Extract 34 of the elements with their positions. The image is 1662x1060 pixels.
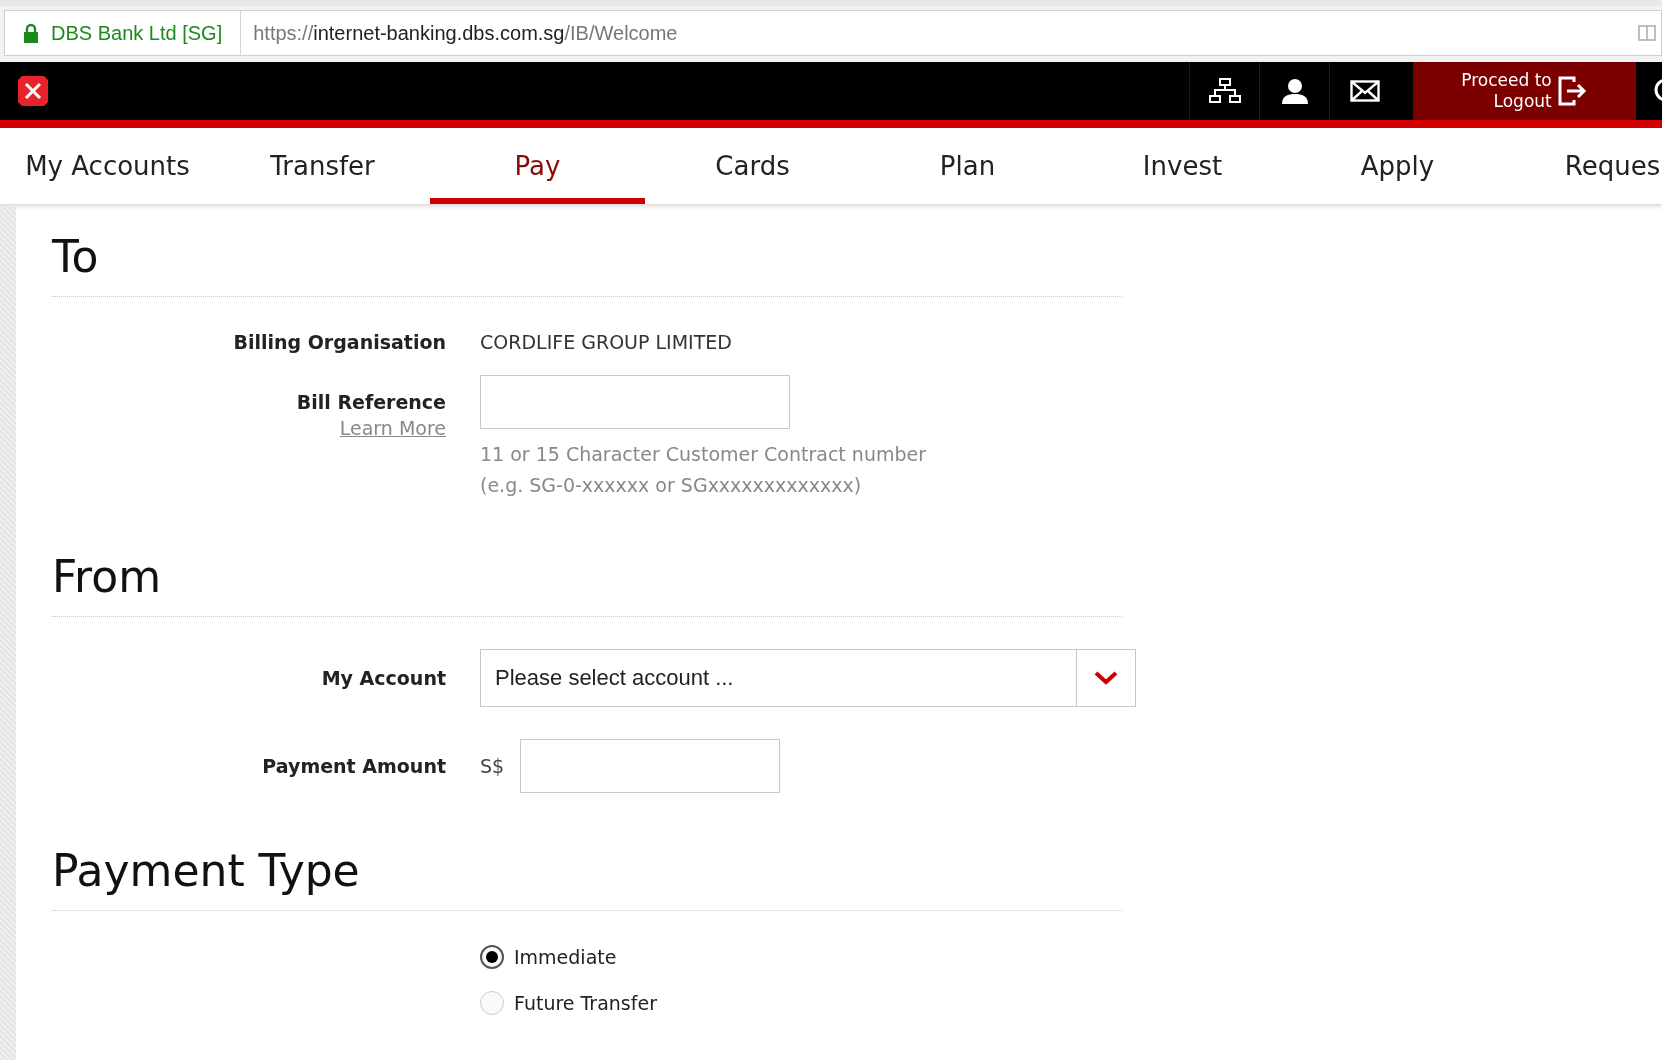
logout-icon (1557, 76, 1588, 106)
field-label: Payment Amount (261, 755, 446, 777)
nav-tab[interactable]: Cards (645, 128, 860, 204)
site-identity-text: DBS Bank Ltd [SG] (51, 21, 223, 45)
nav-tab[interactable]: Transfer (215, 128, 430, 204)
radio-label: Future Transfer (514, 992, 657, 1014)
nav-tab[interactable]: My Accounts (0, 128, 215, 204)
section-heading: To (52, 225, 1122, 297)
logout-button[interactable]: Proceed to Logout (1413, 62, 1636, 120)
learn-more-link[interactable]: Learn More (339, 417, 446, 439)
lock-icon (23, 23, 39, 43)
radio-label: Immediate (514, 946, 617, 968)
field-hint: 11 or 15 Character Customer Contract number (e.g. SG-0-xxxxxx or SGxxxxxxxxxxxxx) (480, 442, 927, 498)
search-icon[interactable] (1652, 78, 1662, 104)
url-text[interactable]: https://internet-banking.dbs.com.sg/IB/Welcome (241, 21, 1637, 45)
account-dropdown[interactable]: Please select account ... (480, 649, 1136, 707)
nav-tab[interactable]: Pay (430, 128, 645, 204)
currency-text: S$ (480, 755, 505, 777)
bank-logo-icon[interactable] (16, 74, 50, 108)
site-identity[interactable]: DBS Bank Ltd [SG] (5, 11, 242, 55)
field-label: Bill Reference (296, 391, 446, 413)
nav-tab[interactable]: Apply (1290, 128, 1505, 204)
input-field[interactable] (520, 739, 781, 793)
input-field[interactable] (480, 375, 790, 429)
section-heading: Payment Type (52, 839, 1122, 911)
nav-tab[interactable]: Plan (860, 128, 1075, 204)
radio-button[interactable] (480, 945, 504, 969)
field-label: My Account (320, 667, 446, 689)
field-label: Billing Organisation (232, 331, 446, 353)
field-value: CORDLIFE GROUP LIMITED (480, 331, 733, 353)
caret-icon (1094, 671, 1118, 685)
section-heading: From (52, 545, 1122, 617)
nav-tab[interactable]: Invest (1075, 128, 1290, 204)
nav-tab[interactable]: Reques (1505, 128, 1662, 204)
